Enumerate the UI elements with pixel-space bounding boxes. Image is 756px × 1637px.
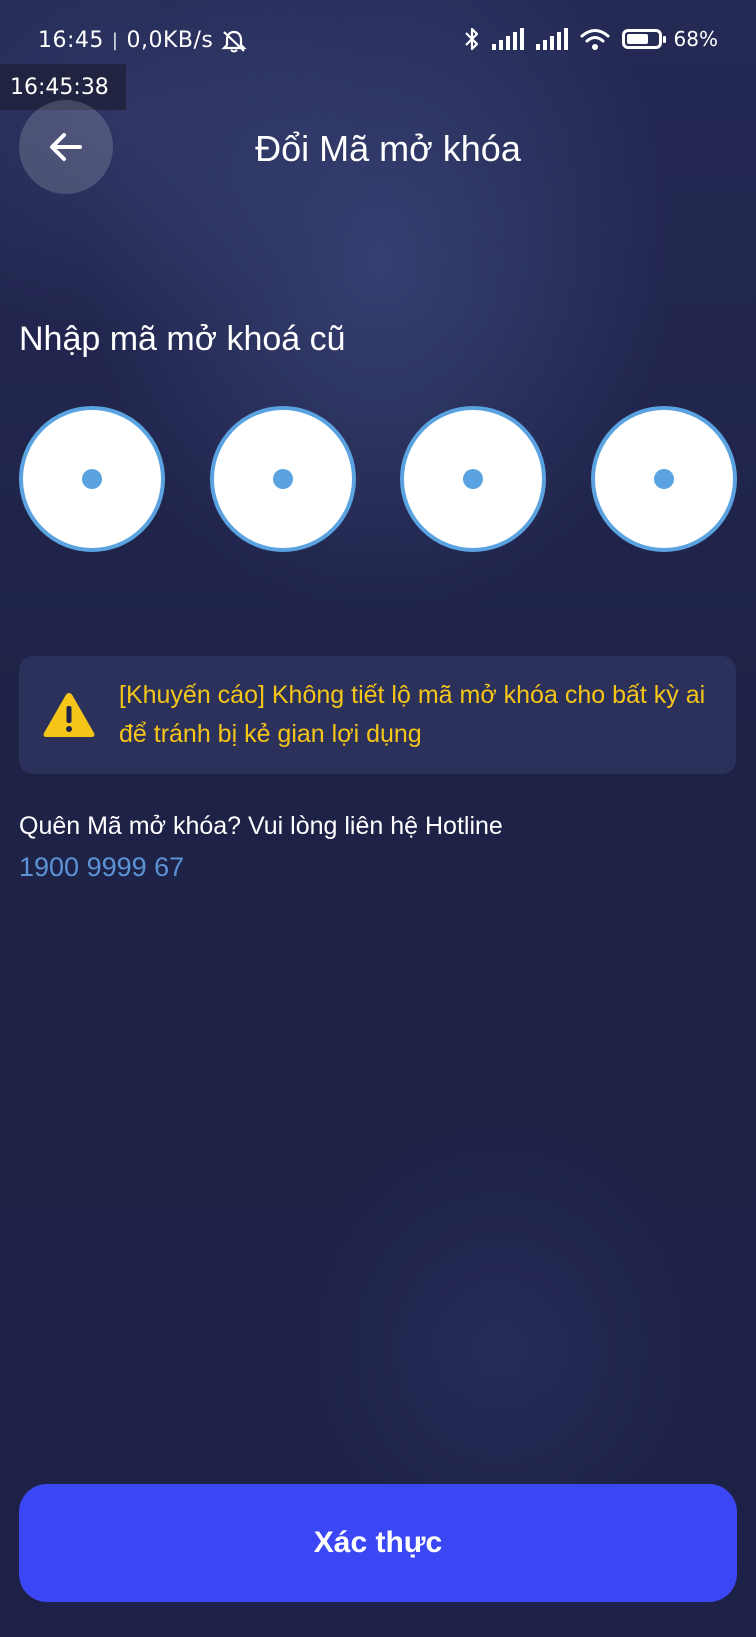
pin-digit-3[interactable] [400,406,547,552]
forgot-pin-text: Quên Mã mở khóa? Vui lòng liên hệ Hotlin… [19,812,503,840]
pin-digit-4[interactable] [590,406,737,552]
hotline-link[interactable]: 1900 9999 67 [19,852,184,883]
signal-icon-2 [535,28,568,50]
pin-dot [272,469,293,489]
pin-dot [463,469,484,489]
bluetooth-icon [464,26,480,52]
status-bar: 16:45 | 0,0KB/s 68% [0,0,756,60]
battery-percent: 68% [673,27,718,51]
pin-dot [653,469,674,489]
warning-icon [41,690,97,740]
status-divider: | [111,30,119,51]
status-time: 16:45 [38,28,104,53]
warning-box: [Khuyến cáo] Không tiết lộ mã mở khóa ch… [19,656,736,774]
pin-label: Nhập mã mở khoá cũ [19,320,346,358]
network-speed: 0,0KB/s [126,28,214,53]
pin-digit-2[interactable] [209,406,356,552]
page-title: Đổi Mã mở khóa [255,128,521,169]
wifi-icon [580,27,610,51]
pin-input[interactable] [19,406,737,552]
battery-icon [621,29,666,49]
pin-digit-1[interactable] [19,406,165,552]
verify-button[interactable]: Xác thực [19,1484,737,1602]
warning-text: [Khuyến cáo] Không tiết lộ mã mở khóa ch… [119,681,706,748]
mute-icon [221,29,248,53]
signal-icon [491,28,524,50]
pin-dot [82,469,102,489]
